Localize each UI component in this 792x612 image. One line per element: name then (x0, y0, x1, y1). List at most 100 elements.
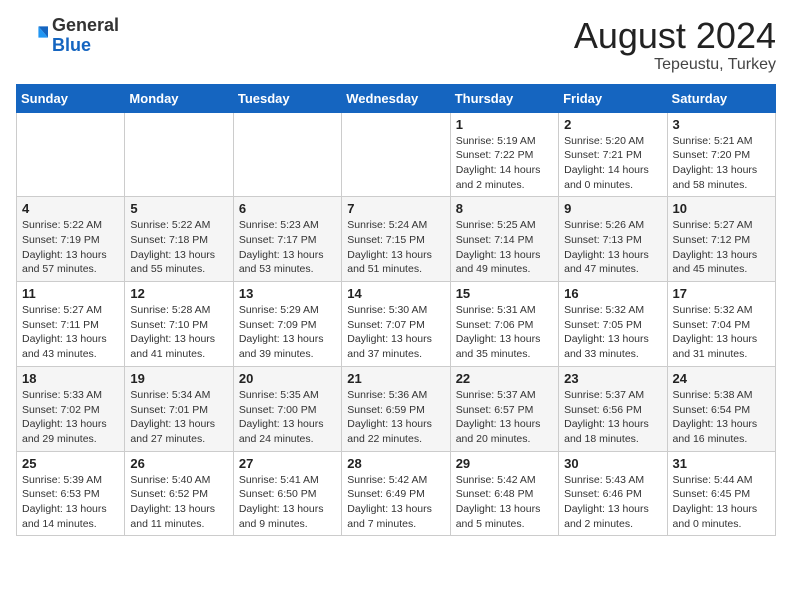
day-number: 10 (673, 201, 770, 216)
day-number: 21 (347, 371, 444, 386)
day-info: Sunrise: 5:21 AMSunset: 7:20 PMDaylight:… (673, 134, 770, 193)
day-number: 26 (130, 456, 227, 471)
day-number: 19 (130, 371, 227, 386)
calendar-header: Sunday Monday Tuesday Wednesday Thursday… (17, 84, 776, 112)
day-number: 30 (564, 456, 661, 471)
day-info: Sunrise: 5:19 AMSunset: 7:22 PMDaylight:… (456, 134, 553, 193)
day-info: Sunrise: 5:40 AMSunset: 6:52 PMDaylight:… (130, 473, 227, 532)
day-info: Sunrise: 5:44 AMSunset: 6:45 PMDaylight:… (673, 473, 770, 532)
calendar-cell: 11 Sunrise: 5:27 AMSunset: 7:11 PMDayligh… (17, 282, 125, 367)
logo: General Blue (16, 16, 119, 56)
calendar-week-1: 1 Sunrise: 5:19 AMSunset: 7:22 PMDaylight… (17, 112, 776, 197)
day-info: Sunrise: 5:37 AMSunset: 6:56 PMDaylight:… (564, 388, 661, 447)
header-row: Sunday Monday Tuesday Wednesday Thursday… (17, 84, 776, 112)
day-info: Sunrise: 5:32 AMSunset: 7:05 PMDaylight:… (564, 303, 661, 362)
calendar-table: Sunday Monday Tuesday Wednesday Thursday… (16, 84, 776, 537)
day-info: Sunrise: 5:33 AMSunset: 7:02 PMDaylight:… (22, 388, 119, 447)
day-number: 14 (347, 286, 444, 301)
day-number: 31 (673, 456, 770, 471)
calendar-cell: 9 Sunrise: 5:26 AMSunset: 7:13 PMDaylight… (559, 197, 667, 282)
calendar-cell: 6 Sunrise: 5:23 AMSunset: 7:17 PMDaylight… (233, 197, 341, 282)
day-info: Sunrise: 5:42 AMSunset: 6:48 PMDaylight:… (456, 473, 553, 532)
col-saturday: Saturday (667, 84, 775, 112)
calendar-cell: 29 Sunrise: 5:42 AMSunset: 6:48 PMDayligh… (450, 451, 558, 536)
col-wednesday: Wednesday (342, 84, 450, 112)
day-number: 20 (239, 371, 336, 386)
calendar-cell: 19 Sunrise: 5:34 AMSunset: 7:01 PMDayligh… (125, 366, 233, 451)
day-info: Sunrise: 5:31 AMSunset: 7:06 PMDaylight:… (456, 303, 553, 362)
day-info: Sunrise: 5:42 AMSunset: 6:49 PMDaylight:… (347, 473, 444, 532)
calendar-cell: 17 Sunrise: 5:32 AMSunset: 7:04 PMDayligh… (667, 282, 775, 367)
calendar-cell: 27Sunrise: 5:41 AMSunset: 6:50 PMDayligh… (233, 451, 341, 536)
calendar-cell (342, 112, 450, 197)
calendar-cell: 28 Sunrise: 5:42 AMSunset: 6:49 PMDayligh… (342, 451, 450, 536)
day-info: Sunrise: 5:37 AMSunset: 6:57 PMDaylight:… (456, 388, 553, 447)
day-number: 13 (239, 286, 336, 301)
day-info: Sunrise: 5:30 AMSunset: 7:07 PMDaylight:… (347, 303, 444, 362)
day-info: Sunrise: 5:38 AMSunset: 6:54 PMDaylight:… (673, 388, 770, 447)
day-number: 23 (564, 371, 661, 386)
day-info: Sunrise: 5:23 AMSunset: 7:17 PMDaylight:… (239, 218, 336, 277)
day-info: Sunrise: 5:29 AMSunset: 7:09 PMDaylight:… (239, 303, 336, 362)
day-info: Sunrise: 5:32 AMSunset: 7:04 PMDaylight:… (673, 303, 770, 362)
page-container: General Blue August 2024 Tepeustu, Turke… (16, 16, 776, 536)
day-number: 11 (22, 286, 119, 301)
title-block: August 2024 Tepeustu, Turkey (574, 16, 776, 74)
calendar-week-5: 25Sunrise: 5:39 AMSunset: 6:53 PMDayligh… (17, 451, 776, 536)
calendar-cell: 26 Sunrise: 5:40 AMSunset: 6:52 PMDayligh… (125, 451, 233, 536)
calendar-cell: 10 Sunrise: 5:27 AMSunset: 7:12 PMDayligh… (667, 197, 775, 282)
day-number: 9 (564, 201, 661, 216)
day-info: Sunrise: 5:28 AMSunset: 7:10 PMDaylight:… (130, 303, 227, 362)
calendar-cell: 13 Sunrise: 5:29 AMSunset: 7:09 PMDayligh… (233, 282, 341, 367)
calendar-cell: 18 Sunrise: 5:33 AMSunset: 7:02 PMDayligh… (17, 366, 125, 451)
day-info: Sunrise: 5:34 AMSunset: 7:01 PMDaylight:… (130, 388, 227, 447)
calendar-cell: 30 Sunrise: 5:43 AMSunset: 6:46 PMDayligh… (559, 451, 667, 536)
calendar-cell: 21Sunrise: 5:36 AMSunset: 6:59 PMDayligh… (342, 366, 450, 451)
col-tuesday: Tuesday (233, 84, 341, 112)
calendar-cell (233, 112, 341, 197)
day-number: 12 (130, 286, 227, 301)
calendar-week-3: 11 Sunrise: 5:27 AMSunset: 7:11 PMDayligh… (17, 282, 776, 367)
day-info: Sunrise: 5:22 AMSunset: 7:19 PMDaylight:… (22, 218, 119, 277)
calendar-cell: 7Sunrise: 5:24 AMSunset: 7:15 PMDaylight… (342, 197, 450, 282)
day-number: 16 (564, 286, 661, 301)
calendar-week-2: 4 Sunrise: 5:22 AMSunset: 7:19 PMDaylight… (17, 197, 776, 282)
calendar-cell: 12 Sunrise: 5:28 AMSunset: 7:10 PMDayligh… (125, 282, 233, 367)
calendar-cell: 8 Sunrise: 5:25 AMSunset: 7:14 PMDaylight… (450, 197, 558, 282)
page-header: General Blue August 2024 Tepeustu, Turke… (16, 16, 776, 74)
day-number: 3 (673, 117, 770, 132)
day-info: Sunrise: 5:26 AMSunset: 7:13 PMDaylight:… (564, 218, 661, 277)
calendar-cell: 22Sunrise: 5:37 AMSunset: 6:57 PMDayligh… (450, 366, 558, 451)
calendar-cell: 23 Sunrise: 5:37 AMSunset: 6:56 PMDayligh… (559, 366, 667, 451)
day-info: Sunrise: 5:35 AMSunset: 7:00 PMDaylight:… (239, 388, 336, 447)
logo-text: General Blue (52, 16, 119, 56)
day-number: 29 (456, 456, 553, 471)
calendar-cell: 25Sunrise: 5:39 AMSunset: 6:53 PMDayligh… (17, 451, 125, 536)
location: Tepeustu, Turkey (574, 56, 776, 74)
day-number: 4 (22, 201, 119, 216)
calendar-cell: 4 Sunrise: 5:22 AMSunset: 7:19 PMDaylight… (17, 197, 125, 282)
col-friday: Friday (559, 84, 667, 112)
day-info: Sunrise: 5:24 AMSunset: 7:15 PMDaylight:… (347, 218, 444, 277)
day-number: 6 (239, 201, 336, 216)
day-info: Sunrise: 5:22 AMSunset: 7:18 PMDaylight:… (130, 218, 227, 277)
day-info: Sunrise: 5:27 AMSunset: 7:12 PMDaylight:… (673, 218, 770, 277)
calendar-cell: 24Sunrise: 5:38 AMSunset: 6:54 PMDayligh… (667, 366, 775, 451)
calendar-week-4: 18 Sunrise: 5:33 AMSunset: 7:02 PMDayligh… (17, 366, 776, 451)
day-info: Sunrise: 5:43 AMSunset: 6:46 PMDaylight:… (564, 473, 661, 532)
calendar-cell: 20 Sunrise: 5:35 AMSunset: 7:00 PMDayligh… (233, 366, 341, 451)
col-thursday: Thursday (450, 84, 558, 112)
day-number: 28 (347, 456, 444, 471)
calendar-cell: 1 Sunrise: 5:19 AMSunset: 7:22 PMDaylight… (450, 112, 558, 197)
day-info: Sunrise: 5:27 AMSunset: 7:11 PMDaylight:… (22, 303, 119, 362)
calendar-body: 1 Sunrise: 5:19 AMSunset: 7:22 PMDaylight… (17, 112, 776, 536)
calendar-cell: 3 Sunrise: 5:21 AMSunset: 7:20 PMDaylight… (667, 112, 775, 197)
calendar-cell: 31 Sunrise: 5:44 AMSunset: 6:45 PMDayligh… (667, 451, 775, 536)
day-number: 18 (22, 371, 119, 386)
day-number: 17 (673, 286, 770, 301)
day-info: Sunrise: 5:41 AMSunset: 6:50 PMDaylight:… (239, 473, 336, 532)
day-info: Sunrise: 5:25 AMSunset: 7:14 PMDaylight:… (456, 218, 553, 277)
day-number: 8 (456, 201, 553, 216)
day-number: 5 (130, 201, 227, 216)
day-number: 1 (456, 117, 553, 132)
